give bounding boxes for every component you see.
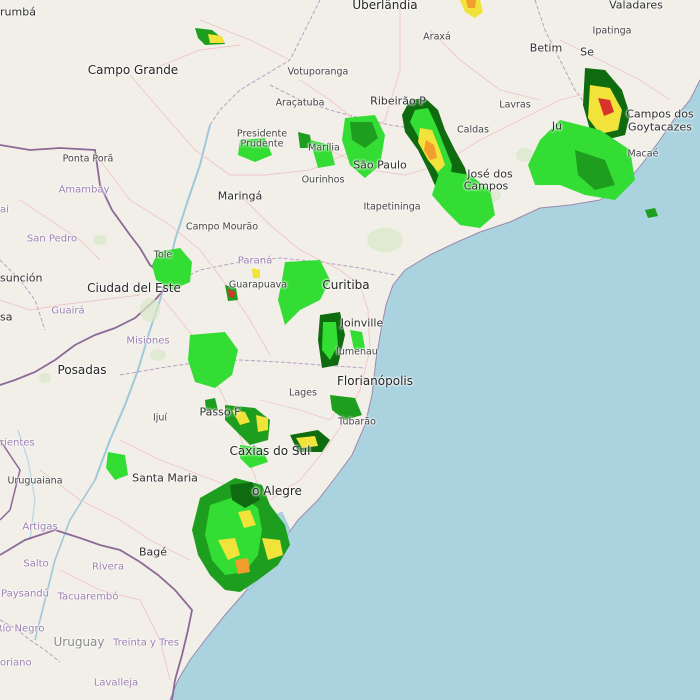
label-ipatinga: Ipatinga [592, 25, 632, 37]
label-prudente: Prudente [240, 138, 284, 150]
label-uruguay: Uruguay [53, 635, 105, 649]
label-rivera: Rivera [91, 561, 125, 573]
label-betim: Betim [529, 41, 563, 55]
label-san-pedro: San Pedro [26, 233, 78, 245]
label-florianopolis: Florianópolis [336, 374, 414, 388]
label-caxias: Caxias do Sul [229, 444, 311, 458]
label-porto-alegre: o Alegre [252, 484, 302, 498]
label-blumenau: lumenau [336, 346, 378, 358]
label-curitiba: Curitiba [322, 278, 370, 292]
label-votuporanga: Votuporanga [287, 66, 349, 78]
label-ciudad-del-este: Ciudad del Este [87, 281, 181, 295]
label-artigas: Artigas [22, 521, 58, 533]
label-toledo: Tole [153, 249, 173, 261]
label-ai: ai [0, 204, 9, 216]
label-posadas: Posadas [57, 363, 107, 377]
label-sa: sa [0, 310, 13, 324]
label-caldas: Caldas [457, 124, 489, 136]
label-uruguaiana: Uruguaiana [7, 475, 63, 487]
label-itapetininga: Itapetininga [363, 201, 421, 213]
label-campos2: Campos [463, 179, 509, 193]
label-lavalleja: Lavalleja [93, 677, 139, 689]
label-salto: Salto [23, 558, 49, 570]
label-paysandu: Paysandú [1, 588, 49, 600]
label-aracatuba: Araçatuba [275, 97, 325, 109]
label-se: Se [580, 45, 594, 59]
label-ribeirao: Ribeirão P [370, 94, 426, 108]
label-araxa: Araxá [423, 31, 451, 43]
label-ju: Ju [551, 119, 563, 133]
label-umbara: rumbá [0, 5, 36, 19]
label-amambay: Amambay [58, 184, 110, 196]
label-campo-mourao: Campo Mourão [185, 221, 259, 233]
label-passo-fundo: Passo F [199, 405, 241, 419]
label-bage: Bagé [138, 545, 168, 559]
label-macae: Macaé [627, 148, 659, 160]
label-rio-negro: Río Negro [0, 623, 45, 635]
label-tacuarembo: Tacuarembó [57, 591, 119, 603]
label-guarapuava: Guarapuava [228, 279, 288, 291]
label-tubarao: Tubarão [338, 416, 376, 428]
label-ijui: Ijuí [152, 412, 168, 424]
label-lavras: Lavras [499, 99, 531, 111]
label-ponta-pora: Ponta Porã [62, 153, 114, 165]
label-valadares: Valadares [609, 0, 663, 12]
label-asuncion: sunción [0, 271, 43, 285]
radar-map[interactable]: rumbá Uberlândia Valadares Araxá Betim S… [0, 0, 700, 700]
label-sao-paulo: São Paulo [353, 158, 407, 172]
label-guaira: Guairá [51, 305, 85, 317]
label-lages: Lages [289, 387, 317, 399]
label-maringa: Maringá [217, 189, 263, 203]
label-campo-grande: Campo Grande [87, 63, 179, 77]
label-parana: Paraná [237, 255, 273, 267]
label-treinta-y-tres: Treinta y Tres [112, 637, 180, 649]
label-oriano: oriano [0, 657, 32, 669]
label-santa-maria: Santa Maria [132, 471, 198, 485]
label-goytacazes: Goytacazes [628, 120, 692, 134]
label-uberlandia: Uberlândia [352, 0, 418, 12]
label-campos: Campos dos [626, 107, 694, 121]
label-rientes: rientes [0, 437, 35, 449]
label-ourinhos: Ourinhos [301, 174, 345, 186]
label-joinville: Joinville [340, 316, 384, 330]
label-misiones: Misiones [126, 335, 170, 347]
label-marilia: Marília [308, 142, 340, 154]
